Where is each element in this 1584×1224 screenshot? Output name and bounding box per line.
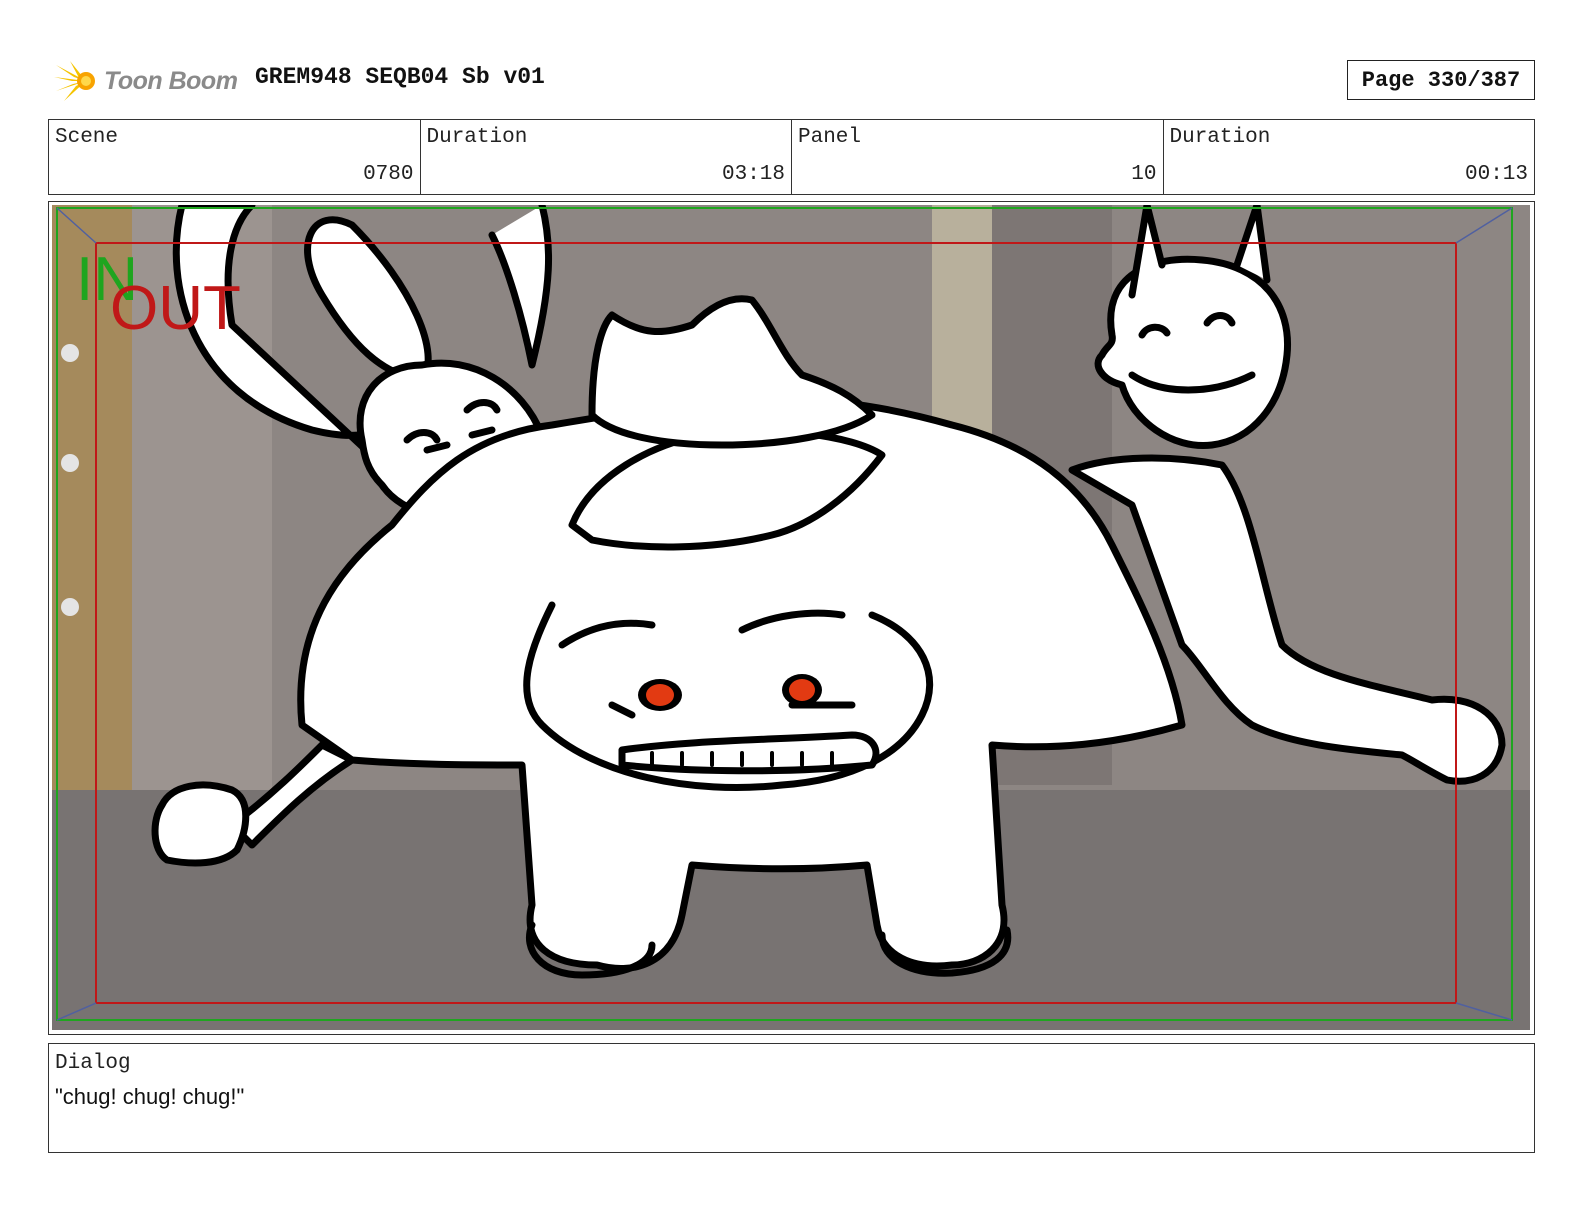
- page-indicator: Page 330/387: [1347, 60, 1535, 100]
- wall-light-3: [61, 598, 79, 616]
- panel-label: Panel: [798, 126, 862, 149]
- logo-text: Toon Boom: [104, 66, 238, 95]
- panel-value: 10: [1131, 163, 1157, 186]
- scene-value: 0780: [363, 163, 414, 186]
- scene-cell: Scene 0780: [49, 120, 421, 194]
- starburst-icon: [54, 61, 95, 101]
- dialog-label: Dialog: [55, 1052, 131, 1075]
- dialog-box: Dialog "chug! chug! chug!": [48, 1043, 1535, 1153]
- page-number: Page 330/387: [1361, 67, 1521, 93]
- scene-duration-value: 03:18: [721, 163, 785, 186]
- out-label: OUT: [110, 274, 241, 343]
- panel-cell: Panel 10: [792, 120, 1164, 194]
- scene-duration-cell: Duration 03:18: [421, 120, 792, 194]
- scene-label: Scene: [55, 126, 119, 149]
- storyboard-panel: IN OUT: [48, 201, 1535, 1035]
- dialog-text: "chug! chug! chug!": [55, 1084, 245, 1109]
- scene-duration-label: Duration: [426, 126, 528, 149]
- panel-info-row: Scene 0780 Duration 03:18 Panel 10 Durat…: [48, 119, 1535, 195]
- document-title: GREM948 SEQB04 Sb v01: [255, 64, 545, 90]
- panel-duration-cell: Duration 00:13: [1164, 120, 1535, 194]
- toon-boom-logo: Toon Boom: [52, 56, 242, 106]
- wall-light-2: [61, 454, 79, 472]
- panel-drawing: IN OUT: [52, 205, 1530, 1030]
- panel-duration-label: Duration: [1169, 126, 1271, 149]
- wall-light-1: [61, 344, 79, 362]
- panel-duration-value: 00:13: [1464, 163, 1528, 186]
